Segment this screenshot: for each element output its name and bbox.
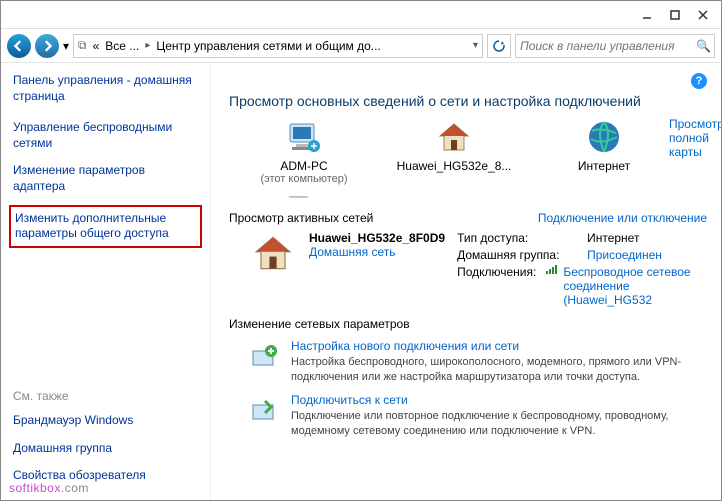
page-title: Просмотр основных сведений о сети и наст… bbox=[229, 93, 707, 109]
network-node-router: Huawei_HG532e_8... bbox=[399, 117, 509, 185]
active-networks-title: Просмотр активных сетей bbox=[229, 211, 373, 225]
connection-link[interactable]: Беспроводное сетевое соединение (Huawei_… bbox=[546, 265, 707, 307]
network-name: Huawei_HG532e_8F0D9 bbox=[309, 231, 445, 245]
node-label: Интернет bbox=[578, 159, 630, 173]
chevron-down-icon[interactable]: ▾ bbox=[473, 40, 478, 51]
connect-network-desc: Подключение или повторное подключение к … bbox=[291, 409, 707, 439]
new-connection-link[interactable]: Настройка нового подключения или сети bbox=[291, 339, 707, 353]
refresh-button[interactable] bbox=[487, 34, 511, 58]
computer-icon bbox=[284, 117, 324, 157]
prop-key: Тип доступа: bbox=[457, 231, 577, 245]
connection-line: ━━━━━ bbox=[289, 192, 306, 202]
sidebar-item-advanced-sharing[interactable]: Изменить дополнительные параметры общего… bbox=[9, 205, 202, 248]
maximize-button[interactable] bbox=[661, 5, 689, 25]
sidebar: Панель управления - домашняя страница Уп… bbox=[1, 63, 211, 500]
new-connection-desc: Настройка беспроводного, широкополосного… bbox=[291, 355, 707, 385]
sidebar-item-homegroup[interactable]: Домашняя группа bbox=[13, 441, 198, 457]
sidebar-item-adapter[interactable]: Изменение параметров адаптера bbox=[13, 163, 198, 194]
sidebar-heading[interactable]: Панель управления - домашняя страница bbox=[13, 73, 198, 104]
sidebar-item-firewall[interactable]: Брандмауэр Windows bbox=[13, 413, 198, 429]
breadcrumb-seg[interactable]: Все ... bbox=[105, 39, 139, 53]
node-label: Huawei_HG532e_8... bbox=[397, 159, 512, 173]
prop-value: Интернет bbox=[587, 231, 639, 245]
breadcrumb-prefix: « bbox=[93, 39, 100, 53]
navbar: ▾ ⧉ « Все ... ▸ Центр управления сетями … bbox=[1, 29, 721, 63]
settings-title: Изменение сетевых параметров bbox=[229, 317, 707, 331]
new-connection-icon bbox=[249, 339, 281, 371]
watermark: softikbox.com bbox=[9, 479, 89, 496]
search-icon[interactable]: 🔍 bbox=[696, 39, 710, 53]
network-type-link[interactable]: Домашняя сеть bbox=[309, 245, 445, 259]
search-box[interactable]: 🔍 bbox=[515, 34, 715, 58]
chevron-right-icon: ▸ bbox=[145, 40, 150, 51]
see-also-label: См. также bbox=[13, 389, 198, 403]
signal-icon bbox=[546, 265, 557, 274]
titlebar bbox=[1, 1, 721, 29]
view-full-map-link[interactable]: Просмотр полной карты bbox=[669, 117, 721, 159]
network-node-internet: Интернет bbox=[549, 117, 659, 185]
breadcrumb-seg[interactable]: Центр управления сетями и общим до... bbox=[156, 39, 380, 53]
homegroup-link[interactable]: Присоединен bbox=[587, 248, 662, 262]
node-label: ADM-PC bbox=[280, 159, 327, 173]
sidebar-item-wireless[interactable]: Управление беспроводными сетями bbox=[13, 120, 198, 151]
help-icon[interactable]: ? bbox=[691, 73, 707, 89]
back-button[interactable] bbox=[7, 34, 31, 58]
minimize-button[interactable] bbox=[633, 5, 661, 25]
network-icon: ⧉ bbox=[78, 38, 87, 53]
connect-network-icon bbox=[249, 393, 281, 425]
connect-disconnect-link[interactable]: Подключение или отключение bbox=[538, 211, 707, 225]
search-input[interactable] bbox=[520, 39, 692, 53]
node-sublabel: (этот компьютер) bbox=[260, 173, 347, 185]
house-icon bbox=[434, 117, 474, 157]
prop-key: Подключения: bbox=[457, 265, 536, 307]
close-button[interactable] bbox=[689, 5, 717, 25]
globe-icon bbox=[584, 117, 624, 157]
prop-key: Домашняя группа: bbox=[457, 248, 577, 262]
address-bar[interactable]: ⧉ « Все ... ▸ Центр управления сетями и … bbox=[73, 34, 483, 58]
network-node-pc: ADM-PC (этот компьютер) bbox=[249, 117, 359, 185]
connect-network-link[interactable]: Подключиться к сети bbox=[291, 393, 707, 407]
main-content: ? Просмотр основных сведений о сети и на… bbox=[211, 63, 721, 500]
forward-button[interactable] bbox=[35, 34, 59, 58]
house-icon bbox=[249, 231, 297, 307]
history-dropdown[interactable]: ▾ bbox=[63, 39, 69, 53]
